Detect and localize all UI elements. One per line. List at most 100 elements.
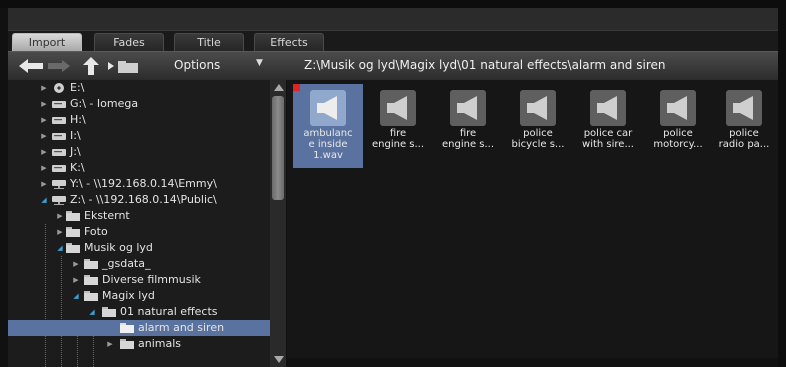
forward-button[interactable] [46,56,72,76]
expand-arrow-icon[interactable]: ▶ [40,144,48,160]
tree-item-label: Musik og lyd [84,241,153,254]
options-caret-icon[interactable]: ▼ [256,58,263,68]
tree-item-label: K:\ [70,161,85,174]
drive-icon [52,117,66,124]
file-thumbnail [726,90,762,126]
folder-icon [66,211,80,221]
tree-item-animals[interactable]: ▶ animals [8,336,270,352]
file-label: police bicycle s... [511,128,565,150]
tree-item-diverse-filmmusik[interactable]: ▶ Diverse filmmusik [8,272,270,288]
file-thumbnail [450,90,486,126]
current-path: Z:\Musik og lyd\Magix lyd\01 natural eff… [304,58,666,72]
expand-arrow-icon[interactable]: ▶ [40,112,48,128]
speaker-icon [667,96,687,120]
tree-item-h-drive[interactable]: ▶ H:\ [8,112,270,128]
collapse-arrow-icon[interactable]: ◢ [56,240,64,256]
tree-item-label: _gsdata_ [102,257,151,270]
tree-item-label: Diverse filmmusik [102,273,201,286]
tab-effects[interactable]: Effects [254,33,324,51]
expand-arrow-icon[interactable]: ▶ [40,96,48,112]
speaker-icon [457,96,477,120]
cd-drive-icon [54,83,64,93]
bottom-strip [287,358,778,367]
arrow-up-icon [83,57,99,75]
scroll-down-icon[interactable] [274,356,284,363]
expand-arrow-icon[interactable]: ▶ [72,272,80,288]
tree-item-label: Eksternt [84,209,130,222]
file-item-fire-engine-2[interactable]: fire engine s... [433,84,503,168]
expand-arrow-icon[interactable]: ▶ [40,80,48,96]
options-menu[interactable]: Options [174,58,220,72]
tab-bar: Import Fades Title Effects [8,31,778,51]
collapse-arrow-icon[interactable]: ◢ [40,192,48,208]
arrow-left-icon [19,59,43,73]
expand-arrow-icon[interactable]: ▶ [40,176,48,192]
tree-item-alarm-and-siren[interactable]: alarm and siren [8,320,270,336]
expand-arrow-icon[interactable]: ▶ [106,336,114,352]
tree-item-g-drive[interactable]: ▶ G:\ - Iomega [8,96,270,112]
tab-title[interactable]: Title [174,33,244,51]
file-label: ambulanc e inside 1.wav [303,128,353,161]
expand-arrow-icon[interactable]: ▶ [56,224,64,240]
selection-marker [293,84,300,91]
file-item-police-radio[interactable]: police radio pa... [709,84,778,168]
file-item-police-motorcycle[interactable]: police motorcy... [643,84,713,168]
file-thumbnail [310,90,346,126]
scroll-up-icon[interactable] [274,84,284,91]
back-button[interactable] [18,56,44,76]
folder-nav-icon [108,61,138,73]
header-strip [8,8,778,31]
expand-arrow-icon[interactable]: ▶ [56,208,64,224]
tree-item-label: J:\ [70,145,81,158]
tree-item-foto[interactable]: ▶ Foto [8,224,270,240]
tree-item-label: Magix lyd [102,289,155,302]
top-band [0,0,786,8]
expand-arrow-icon[interactable]: ▶ [40,128,48,144]
expand-arrow-icon[interactable]: ▶ [72,256,80,272]
speaker-icon [527,96,547,120]
tab-import[interactable]: Import [12,33,82,51]
up-button[interactable] [80,56,102,76]
expand-arrow-icon[interactable]: ▶ [40,160,48,176]
folder-icon [120,339,134,349]
folder-icon [66,243,80,253]
right-edge [778,8,786,367]
folder-nav-button[interactable] [106,56,142,76]
network-drive-icon [52,180,66,189]
tree-item-eksternt[interactable]: ▶ Eksternt [8,208,270,224]
collapse-arrow-icon[interactable]: ◢ [88,304,96,320]
network-drive-icon [52,196,66,205]
folder-icon [84,259,98,269]
file-item-ambulance-inside[interactable]: ambulanc e inside 1.wav [293,84,363,168]
tree-item-gsdata[interactable]: ▶ _gsdata_ [8,256,270,272]
file-grid: ambulanc e inside 1.wav fire engine s...… [287,80,778,367]
tree-item-i-drive[interactable]: ▶ I:\ [8,128,270,144]
file-thumbnail [590,90,626,126]
tree-item-k-drive[interactable]: ▶ K:\ [8,160,270,176]
tab-fades[interactable]: Fades [94,33,164,51]
file-item-fire-engine-1[interactable]: fire engine s... [363,84,433,168]
scrollbar-thumb[interactable] [272,96,284,200]
drive-icon [52,165,66,172]
tree-item-magix-lyd[interactable]: ◢ Magix lyd [8,288,270,304]
speaker-icon [733,96,753,120]
file-label: fire engine s... [441,128,495,150]
file-item-police-car[interactable]: police car with sire... [573,84,643,168]
collapse-arrow-icon[interactable]: ◢ [72,288,80,304]
tree-item-z-drive[interactable]: ◢ Z:\ - \\192.168.0.14\Public\ [8,192,270,208]
tree-item-label: animals [138,337,182,350]
tree-item-j-drive[interactable]: ▶ J:\ [8,144,270,160]
file-thumbnail [660,90,696,126]
tree-item-e-drive[interactable]: ▶ E:\ [8,80,270,96]
tree-item-label: I:\ [70,129,81,142]
tree-item-01-natural-effects[interactable]: ◢ 01 natural effects [8,304,270,320]
tree-item-musik-og-lyd[interactable]: ◢ Musik og lyd [8,240,270,256]
tree-item-label: H:\ [70,113,86,126]
file-thumbnail [380,90,416,126]
tree-item-y-drive[interactable]: ▶ Y:\ - \\192.168.0.14\Emmy\ [8,176,270,192]
file-item-police-bicycle[interactable]: police bicycle s... [503,84,573,168]
speaker-icon [597,96,617,120]
speaker-icon [387,96,407,120]
drive-icon [52,101,66,108]
arrow-right-icon [48,60,70,72]
